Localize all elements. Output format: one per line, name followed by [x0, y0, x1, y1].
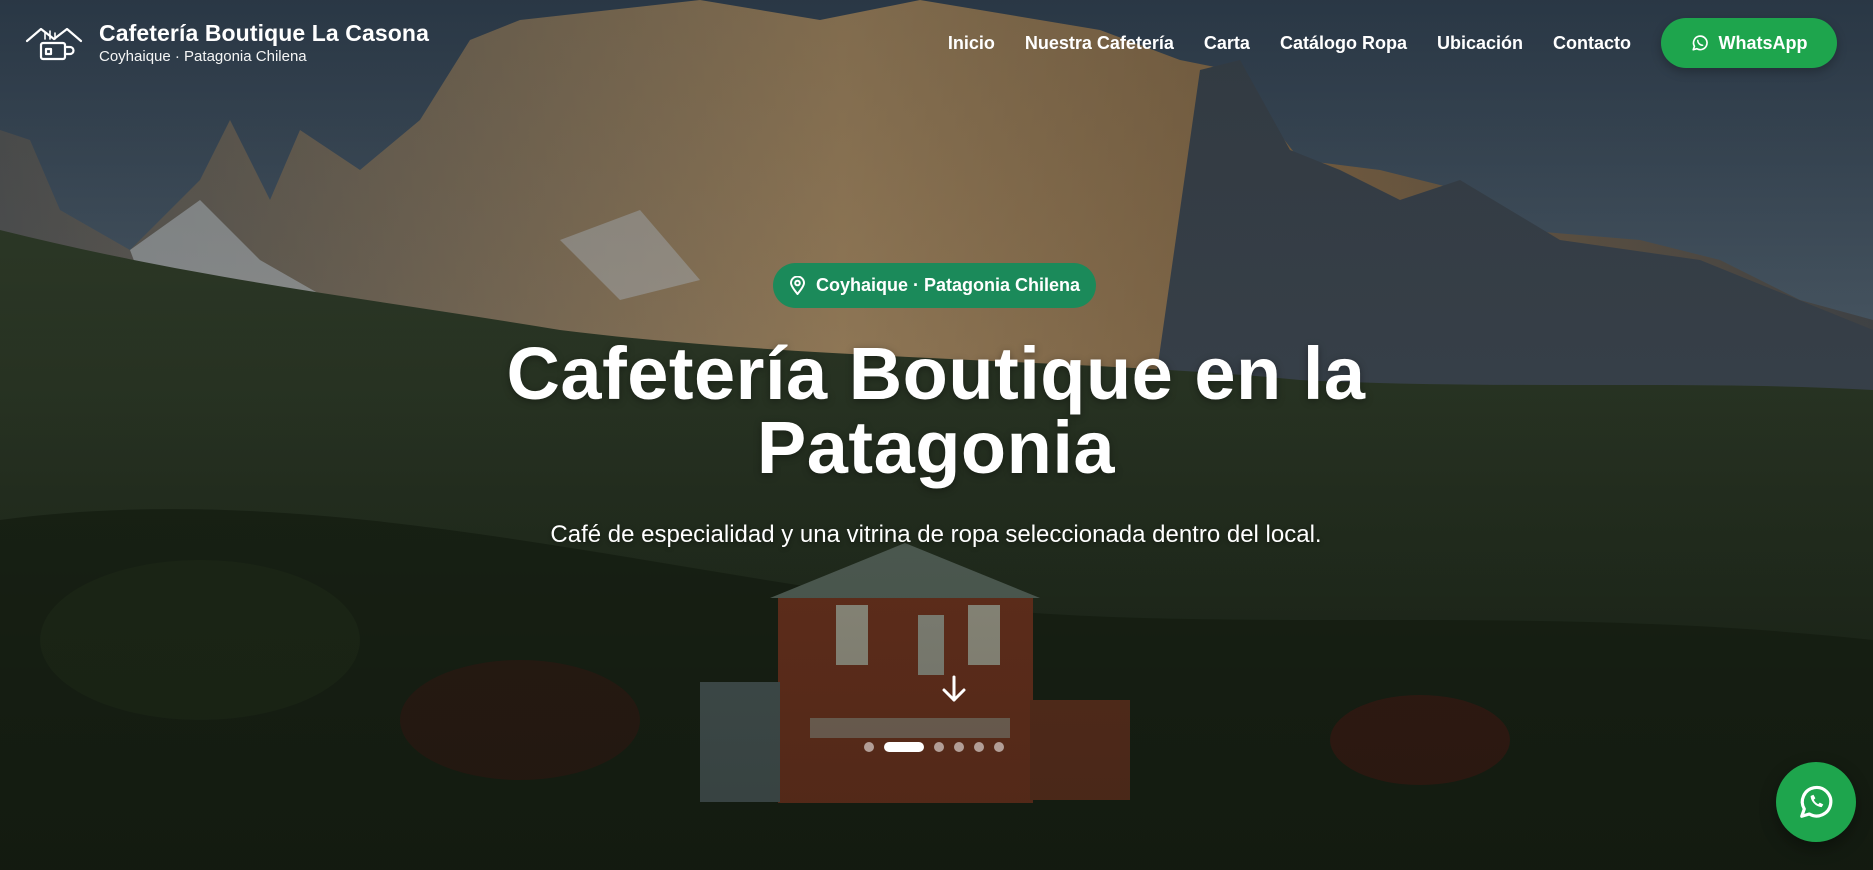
nav-item-inicio[interactable]: Inicio: [948, 18, 995, 68]
nav-item-carta[interactable]: Carta: [1204, 18, 1250, 68]
nav-item-nuestra-cafeteria[interactable]: Nuestra Cafetería: [1025, 18, 1174, 68]
nav-item-contacto[interactable]: Contacto: [1553, 18, 1631, 68]
slide-indicators: [864, 742, 1014, 752]
slide-dot-5[interactable]: [974, 742, 984, 752]
whatsapp-icon: [1800, 785, 1833, 818]
brand-subtitle: Coyhaique · Patagonia Chilena: [99, 48, 307, 65]
location-badge-label: Coyhaique · Patagonia Chilena: [815, 275, 1081, 295]
slide-dot-1[interactable]: [864, 742, 874, 752]
nav-item-ubicacion[interactable]: Ubicación: [1437, 18, 1523, 68]
location-badge: Coyhaique · Patagonia Chilena: [773, 263, 1096, 308]
slide-dot-4[interactable]: [954, 742, 964, 752]
brand-title: Cafetería Boutique La Casona: [99, 20, 429, 46]
hero-title-line-2: Patagonia: [756, 406, 1116, 489]
site-header: Cafetería Boutique La Casona Coyhaique ·…: [0, 0, 1873, 86]
whatsapp-button[interactable]: WhatsApp: [1661, 18, 1837, 68]
brand[interactable]: Cafetería Boutique La Casona Coyhaique ·…: [25, 19, 429, 67]
house-coffee-logo-icon: [25, 27, 83, 61]
slide-dot-2[interactable]: [884, 742, 924, 752]
hero-title-line-1: Cafetería Boutique en la: [506, 332, 1366, 415]
main-nav: Inicio Nuestra Cafetería Carta Catálogo …: [948, 18, 1837, 68]
slide-dot-6[interactable]: [994, 742, 1004, 752]
nav-item-catalogo-ropa[interactable]: Catálogo Ropa: [1280, 18, 1407, 68]
slide-dot-3[interactable]: [934, 742, 944, 752]
arrow-down-icon[interactable]: [940, 674, 968, 704]
whatsapp-button-label: WhatsApp: [1718, 32, 1808, 53]
hero-title: Cafetería Boutique en la Patagonia: [336, 337, 1536, 485]
hero-section: Cafetería Boutique La Casona Coyhaique ·…: [0, 0, 1873, 870]
whatsapp-floating-button[interactable]: [1776, 762, 1856, 842]
whatsapp-icon: [1691, 35, 1708, 51]
hero-subtitle: Café de especialidad y una vitrina de ro…: [550, 521, 1322, 548]
location-pin-icon: [789, 276, 805, 295]
